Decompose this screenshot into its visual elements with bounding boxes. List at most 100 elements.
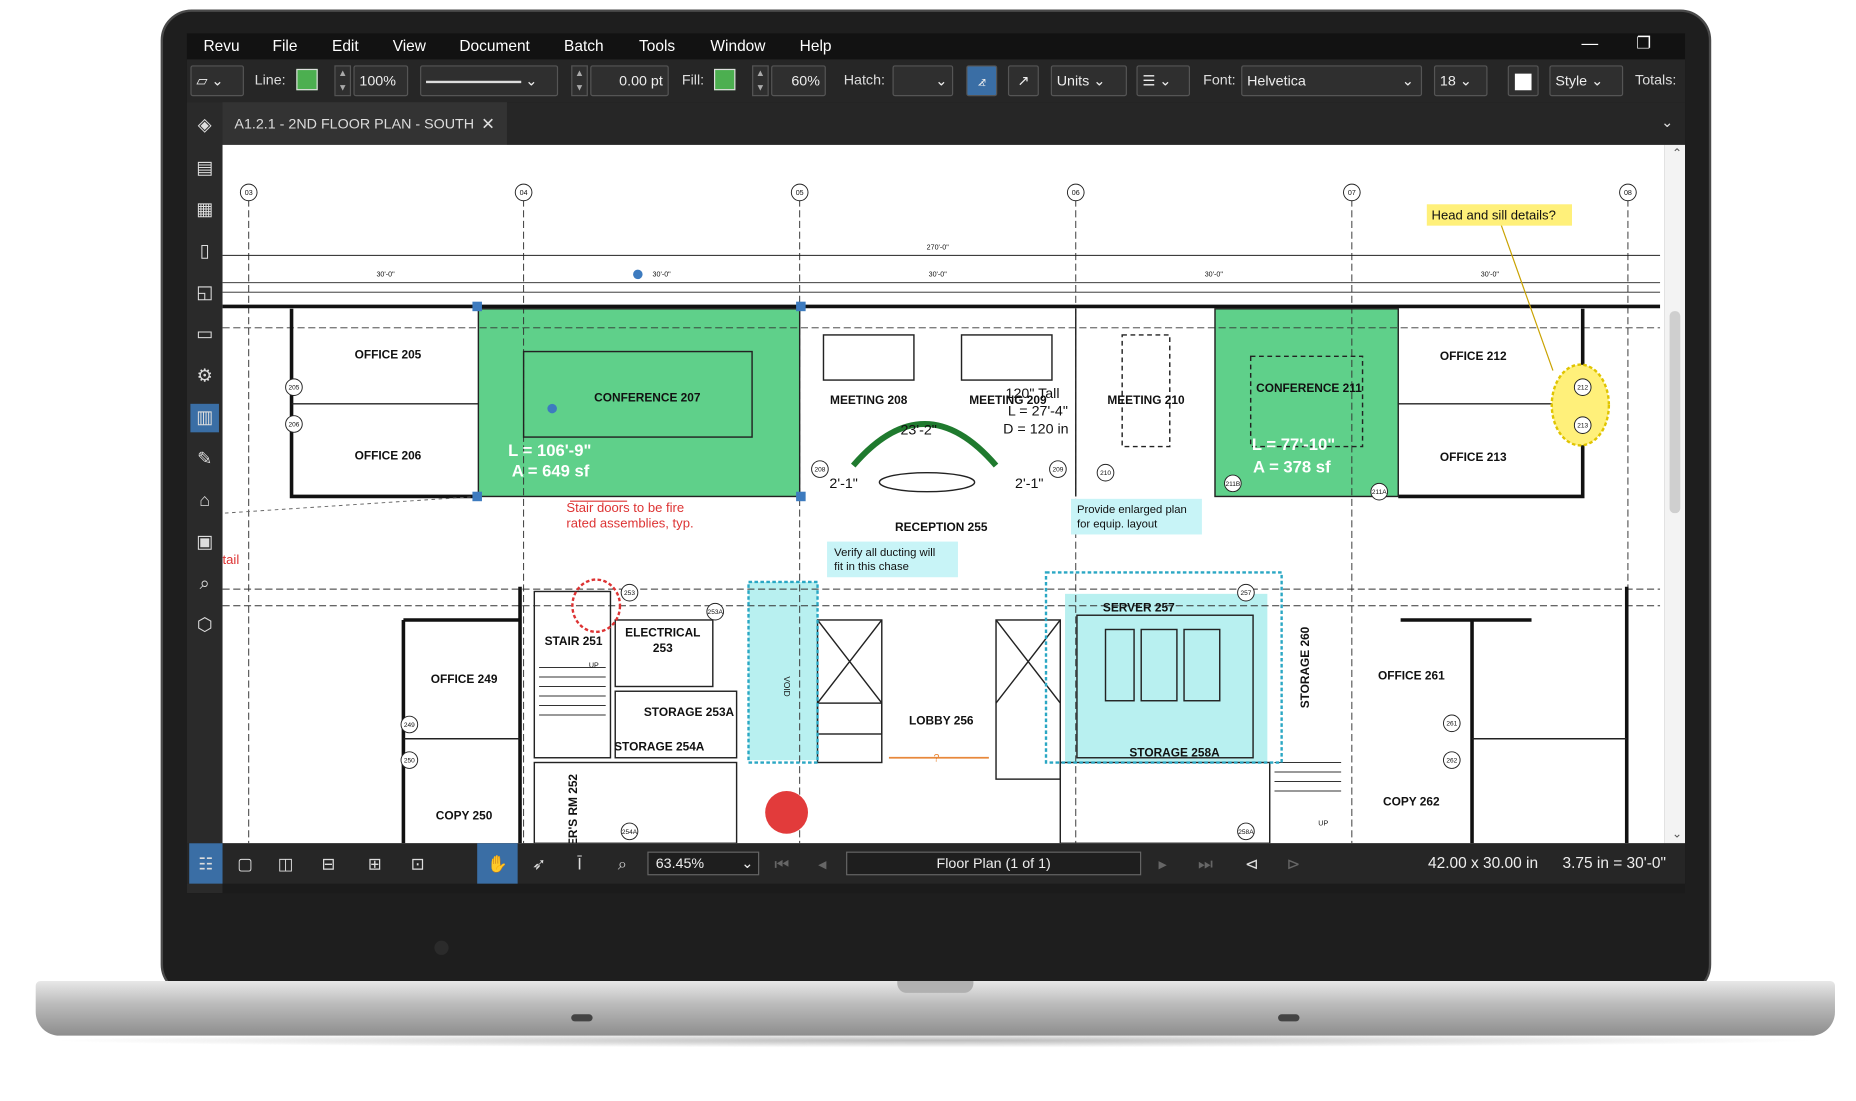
room-label-office-212: OFFICE 212	[1440, 349, 1507, 363]
callout-enlarged-line2[interactable]: for equip. layout	[1077, 518, 1158, 530]
split-horizontal-icon[interactable]: ⊟	[314, 849, 343, 878]
arc-length-dimension[interactable]: 23'-2"	[901, 423, 937, 439]
fill-opacity-stepper[interactable]: ▲ ▼	[752, 65, 769, 97]
void-label: VOID	[782, 676, 792, 696]
menu-view[interactable]: View	[393, 37, 426, 55]
server-258a-area-fill[interactable]	[1065, 593, 1268, 763]
zoom-icon[interactable]: ⌕	[608, 849, 637, 878]
studio-icon[interactable]: ▣	[190, 529, 219, 558]
text-align-dropdown[interactable]: ☰ ⌄	[1136, 65, 1190, 97]
measure-length-211[interactable]: L = 77'-10"	[1252, 435, 1335, 454]
settings-gear-icon[interactable]: ⚙	[190, 362, 219, 391]
polygon-icon: ▱	[196, 72, 208, 90]
lobby-dimension-text[interactable]: ?	[934, 752, 940, 764]
dimension-left[interactable]: 2'-1"	[829, 476, 857, 492]
line-style-dropdown[interactable]: ⌄	[420, 65, 559, 97]
menu-batch[interactable]: Batch	[564, 37, 604, 55]
pan-hand-icon[interactable]: ✋	[477, 843, 518, 884]
document-tab[interactable]: A1.2.1 - 2ND FLOOR PLAN - SOUTH ✕	[222, 102, 507, 145]
door-tag: 205	[288, 385, 299, 392]
add-page-icon[interactable]: ⊞	[361, 849, 390, 878]
menu-revu[interactable]: Revu	[203, 37, 239, 55]
menu-document[interactable]: Document	[459, 37, 530, 55]
callout-stair-note-line1[interactable]: Stair doors to be fire	[566, 500, 684, 515]
next-view-icon[interactable]: ⊳	[1279, 849, 1308, 878]
style-dropdown[interactable]: Style ⌄	[1549, 65, 1624, 97]
units-dropdown[interactable]: Units ⌄	[1050, 65, 1127, 97]
fill-color-swatch[interactable]	[714, 68, 736, 91]
height-markup-depth[interactable]: D = 120 in	[1003, 422, 1068, 438]
chevron-down-icon[interactable]: ⌄	[1661, 114, 1673, 131]
shape-tool-dropdown[interactable]: ▱ ⌄	[190, 65, 244, 97]
select-arrow-icon[interactable]: ➶	[525, 849, 554, 878]
vertical-scrollbar[interactable]: ⌃ ⌄	[1664, 144, 1686, 844]
door-tag: 262	[1446, 758, 1457, 765]
sets-icon[interactable]: ⬡	[190, 612, 219, 641]
text-select-icon[interactable]: Ī	[565, 849, 594, 878]
drawing-scale[interactable]: 3.75 in = 30'-0"	[1562, 854, 1665, 872]
close-icon[interactable]: ✕	[481, 102, 495, 145]
text-color-swatch[interactable]	[1507, 65, 1539, 97]
font-size-dropdown[interactable]: 18 ⌄	[1433, 65, 1488, 97]
callout-enlarged-line1[interactable]: Provide enlarged plan	[1077, 504, 1187, 516]
minimize-icon[interactable]: —	[1582, 33, 1599, 52]
compare-icon[interactable]: ⊡	[403, 849, 432, 878]
zoom-level-input[interactable]: 63.45% ⌄	[647, 851, 760, 876]
search-icon[interactable]: ⌕	[190, 570, 219, 599]
scrollbar-thumb[interactable]	[1669, 311, 1681, 514]
menu-file[interactable]: File	[273, 37, 298, 55]
hatch-dropdown[interactable]: ⌄	[892, 65, 954, 97]
callout-ducting-line2[interactable]: fit in this chase	[834, 561, 909, 573]
height-markup-length[interactable]: L = 27'-4"	[1008, 404, 1068, 420]
height-markup-tall[interactable]: 120" Tall	[1006, 386, 1060, 402]
measure-area-211[interactable]: A = 378 sf	[1253, 458, 1331, 477]
next-page-icon[interactable]: ▸	[1148, 849, 1177, 878]
callout-stair-note-line2[interactable]: rated assemblies, typ.	[566, 515, 693, 530]
single-page-icon[interactable]: ▢	[231, 849, 260, 878]
void-chase-fill[interactable]	[748, 581, 818, 761]
measure-snap-icon[interactable]: ⦨	[966, 65, 998, 97]
previous-page-icon[interactable]: ◂	[808, 849, 837, 878]
file-access-icon[interactable]: ◱	[190, 279, 219, 308]
menu-help[interactable]: Help	[800, 37, 832, 55]
thickness-stepper[interactable]: ▲ ▼	[571, 65, 588, 97]
scroll-up-icon[interactable]: ⌃	[1672, 147, 1682, 160]
split-vertical-icon[interactable]: ◫	[271, 849, 300, 878]
room-label-copy-262: COPY 262	[1383, 794, 1440, 808]
menu-window[interactable]: Window	[710, 37, 765, 55]
last-page-icon[interactable]: ⏭	[1191, 849, 1220, 878]
measure-length-207[interactable]: L = 106'-9"	[508, 441, 591, 460]
line-color-swatch[interactable]	[296, 68, 318, 91]
measurements-icon[interactable]: ▥	[190, 403, 219, 433]
thumbnails-icon[interactable]: ▦	[190, 196, 219, 225]
bookmarks-icon[interactable]: ▯	[190, 238, 219, 267]
font-dropdown[interactable]: Helvetica ⌄	[1241, 65, 1423, 97]
restore-icon[interactable]: ❐	[1636, 33, 1651, 53]
drawing-canvas[interactable]: 03 04 05 06 07 08 270'-0" 30'-0" 30'-0" …	[222, 144, 1665, 844]
opacity-stepper[interactable]: ▲ ▼	[334, 65, 352, 97]
thickness-input[interactable]: 0.00 pt	[590, 65, 669, 97]
paper-size[interactable]: 42.00 x 30.00 in	[1428, 854, 1538, 872]
door-tag: 249	[404, 722, 415, 729]
signatures-icon[interactable]: ✎	[190, 445, 219, 474]
callout-ducting-line1[interactable]: Verify all ducting will	[834, 547, 935, 559]
first-page-icon[interactable]: ⏮	[768, 849, 797, 878]
red-dot-markup[interactable]	[765, 791, 809, 834]
toolchest-icon[interactable]: ▭	[190, 321, 219, 350]
angle-tool-icon[interactable]: ↗	[1007, 65, 1039, 97]
layers-icon[interactable]: ◈	[190, 112, 219, 141]
fill-opacity-input[interactable]: 60%	[771, 65, 826, 97]
measure-area-207[interactable]: A = 649 sf	[512, 461, 590, 480]
left-edge-note[interactable]: tail	[223, 552, 240, 567]
markups-list-icon[interactable]: ☷	[189, 843, 223, 884]
page-selector[interactable]: Floor Plan (1 of 1)	[846, 851, 1142, 876]
menu-tools[interactable]: Tools	[639, 37, 675, 55]
tag-icon[interactable]: ⌂	[190, 487, 219, 516]
dimension-right[interactable]: 2'-1"	[1015, 476, 1043, 492]
previous-view-icon[interactable]: ⊲	[1238, 849, 1267, 878]
callout-head-sill[interactable]: Head and sill details?	[1432, 208, 1556, 223]
document-icon[interactable]: ▤	[190, 154, 219, 183]
line-opacity-input[interactable]: 100%	[353, 65, 409, 97]
menu-edit[interactable]: Edit	[332, 37, 359, 55]
scroll-down-icon[interactable]: ⌄	[1672, 828, 1682, 841]
